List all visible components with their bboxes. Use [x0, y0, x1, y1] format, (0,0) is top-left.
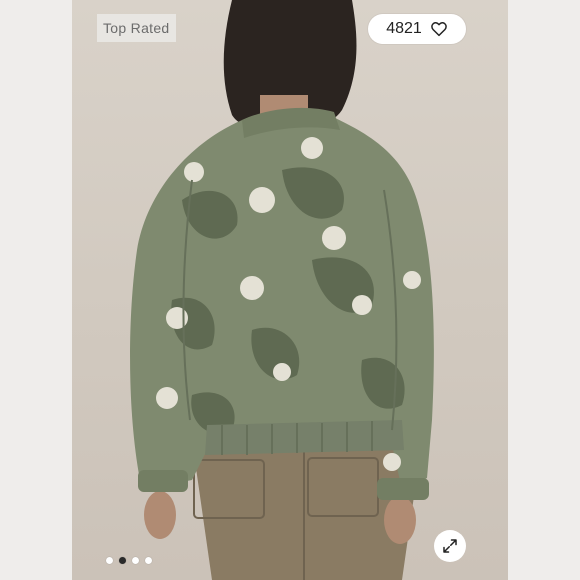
like-button[interactable]: 4821 [368, 14, 466, 44]
carousel-dot-4[interactable] [145, 557, 152, 564]
product-photo[interactable] [72, 0, 508, 580]
listing-image-viewer: Top Rated 4821 [0, 0, 580, 580]
jacket-back-illustration [130, 0, 434, 580]
carousel-dot-1[interactable] [106, 557, 113, 564]
heart-outline-icon [430, 22, 447, 37]
like-count: 4821 [386, 20, 422, 37]
top-rated-badge: Top Rated [97, 14, 176, 42]
carousel-indicators [106, 557, 152, 564]
expand-image-button[interactable] [434, 530, 466, 562]
left-margin [0, 0, 72, 580]
carousel-dot-2[interactable] [119, 557, 126, 564]
expand-arrows-icon [443, 539, 457, 553]
right-margin [508, 0, 580, 580]
carousel-dot-3[interactable] [132, 557, 139, 564]
